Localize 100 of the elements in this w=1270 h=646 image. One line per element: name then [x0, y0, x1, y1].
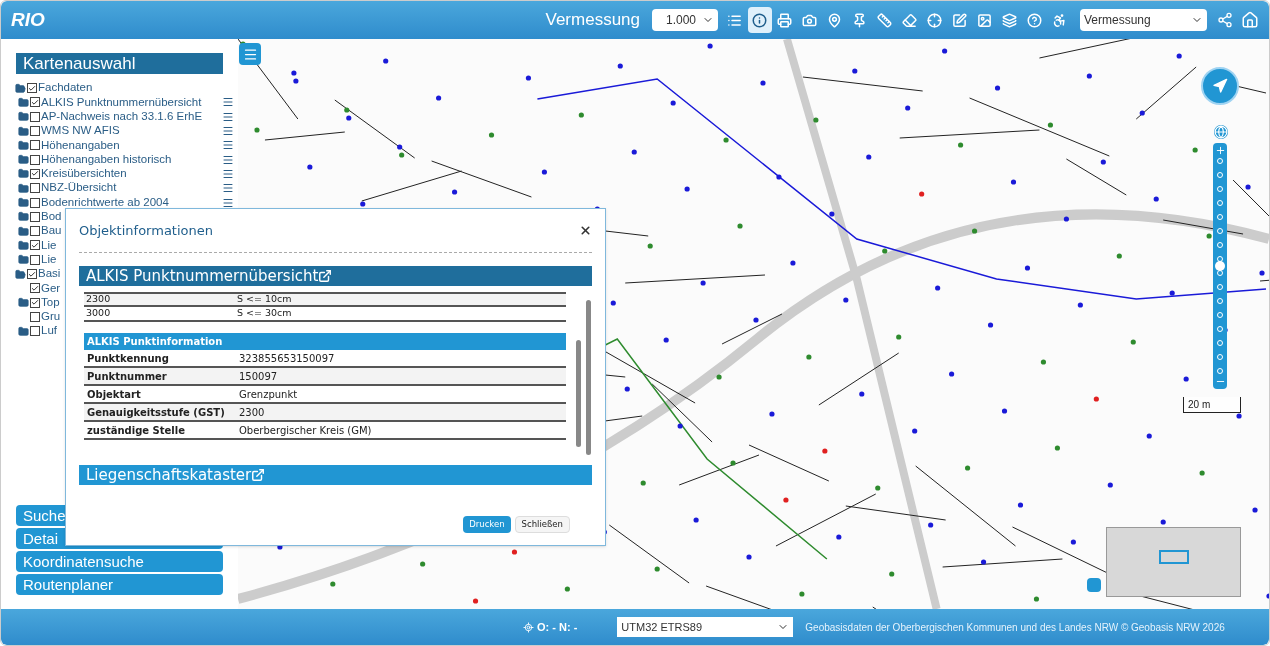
table-cell-text: Genauigkeitsstufe (GST)	[86, 405, 226, 420]
checkbox[interactable]	[30, 126, 40, 137]
folder-icon[interactable]	[18, 254, 29, 266]
external-link-icon[interactable]	[318, 269, 333, 283]
section-header[interactable]: ALKIS Punktnummernübersicht	[79, 266, 592, 286]
checkbox[interactable]	[30, 111, 40, 122]
external-link-icon[interactable]	[251, 468, 266, 482]
layer-label[interactable]: ALKIS Punktnummernübersicht	[41, 96, 202, 109]
subsection-header: ALKIS Punktinformation	[84, 333, 566, 350]
checkbox[interactable]	[30, 326, 40, 337]
folder-icon[interactable]	[18, 125, 29, 137]
layer-label[interactable]: Basi	[38, 268, 61, 280]
layer-label[interactable]: AP-Nachweis nach 33.1.6 ErhE	[41, 111, 203, 123]
table-cell-text: Punktnummer	[86, 369, 168, 384]
section-title: ALKIS Punktnummernübersicht	[86, 265, 319, 287]
theme-select[interactable]: Vermessung	[1080, 9, 1207, 31]
dialog-title: Objektinformationen	[79, 221, 213, 240]
table-cell-text: zuständige Stelle	[86, 423, 186, 438]
folder-icon[interactable]	[18, 325, 29, 337]
checkbox[interactable]	[30, 211, 40, 222]
checkbox[interactable]	[30, 283, 40, 294]
menu-icon[interactable]	[222, 139, 234, 152]
table-cell-text: 150097	[239, 369, 278, 384]
overview-toggle-button[interactable]	[1087, 578, 1101, 592]
layer-label[interactable]: WMS NW AFIS	[41, 125, 120, 137]
section-title: Liegenschaftskataster	[86, 464, 252, 486]
crs-select[interactable]: UTM32 ETRS89	[617, 617, 794, 637]
checkbox[interactable]	[30, 97, 40, 108]
folder-icon[interactable]	[18, 197, 29, 208]
table-cell: S <= 10cm	[237, 292, 292, 307]
layer-label[interactable]: Bau	[41, 225, 62, 237]
folder-icon[interactable]	[15, 82, 26, 94]
share-icon[interactable]	[1217, 12, 1233, 28]
menu-icon[interactable]	[222, 96, 234, 109]
slider-thumb[interactable]	[1215, 261, 1225, 271]
folder-icon[interactable]	[18, 154, 29, 166]
table-cell-text: 2300	[85, 292, 112, 307]
folder-icon[interactable]	[18, 239, 29, 251]
checkbox[interactable]	[30, 226, 40, 237]
menu-icon[interactable]	[222, 167, 234, 180]
checkbox[interactable]	[27, 83, 37, 94]
layer-label[interactable]: NBZ-Übersicht	[41, 182, 117, 194]
folder-icon[interactable]	[18, 139, 29, 151]
layer-label[interactable]: Fachdaten	[38, 82, 93, 94]
folder-icon[interactable]	[18, 297, 29, 309]
checkbox[interactable]	[30, 311, 40, 322]
sidebar-header: Kartenauswahl	[16, 53, 223, 74]
layer-label[interactable]: Ger	[41, 282, 61, 295]
folder-icon[interactable]	[18, 168, 29, 180]
checkbox[interactable]	[30, 154, 40, 165]
folder-icon[interactable]	[18, 182, 29, 194]
menu-button[interactable]	[239, 43, 261, 65]
compass-icon	[1212, 78, 1228, 94]
scale-select[interactable]: 1.000	[652, 9, 718, 31]
crosshair-icon	[523, 621, 534, 633]
layer-label[interactable]: Höhenangaben	[41, 139, 120, 152]
table-cell-text: 2300	[239, 405, 265, 420]
layer-label[interactable]: Bodenrichtwerte ab 2004	[41, 196, 169, 209]
layer-label[interactable]: Bod	[41, 211, 62, 223]
checkbox[interactable]	[30, 197, 40, 208]
app-title: Vermessung	[545, 9, 640, 32]
layer-label[interactable]: Gru	[41, 311, 61, 323]
checkbox[interactable]	[30, 240, 40, 251]
table-cell-text: Grenzpunkt	[239, 387, 298, 402]
menu-icon	[242, 46, 258, 62]
layer-label[interactable]: Top	[41, 296, 60, 309]
layer-label[interactable]: Luf	[41, 325, 57, 337]
table-cell-text: Objektart	[86, 387, 142, 402]
layer-label[interactable]: Lie	[41, 253, 57, 266]
checkbox[interactable]	[30, 168, 40, 179]
table-cell-text: Punktkennung	[86, 351, 170, 366]
layer-label[interactable]: Höhenangaben historisch	[41, 153, 172, 166]
table-cell: S <= 30cm	[237, 306, 292, 321]
attribution-text: Geobasisdaten der Oberbergischen Kommunen und des Landes NRW © Geobasis NRW 2026	[805, 620, 1225, 635]
folder-icon[interactable]	[18, 111, 29, 123]
menu-icon[interactable]	[222, 153, 234, 166]
table-cell-text: 323855653150097	[239, 351, 335, 366]
close-icon[interactable]	[579, 224, 592, 237]
folder-icon[interactable]	[18, 225, 29, 237]
menu-icon[interactable]	[222, 125, 234, 138]
dialog-button[interactable]: Schließen	[514, 516, 570, 533]
menu-icon[interactable]	[222, 110, 234, 123]
scale-label: 20 m	[1183, 397, 1241, 413]
zoom-in-icon[interactable]	[1214, 145, 1226, 156]
checkbox[interactable]	[30, 140, 40, 151]
checkbox[interactable]	[30, 183, 40, 194]
layer-label[interactable]: Lie	[41, 239, 57, 252]
menu-icon[interactable]	[222, 196, 234, 209]
checkbox[interactable]	[30, 297, 40, 308]
checkbox[interactable]	[27, 269, 37, 279]
folder-icon[interactable]	[18, 211, 29, 223]
checkbox[interactable]	[30, 254, 40, 265]
home-icon[interactable]	[1241, 11, 1259, 29]
table-cell-text: Oberbergischer Kreis (GM)	[239, 423, 372, 438]
info-icon[interactable]	[747, 7, 772, 33]
menu-icon[interactable]	[222, 182, 234, 195]
layer-label[interactable]: Kreisübersichten	[41, 168, 127, 180]
folder-icon[interactable]	[15, 268, 26, 280]
coordinates-text: O: - N: -	[537, 619, 578, 635]
folder-icon[interactable]	[18, 96, 29, 108]
